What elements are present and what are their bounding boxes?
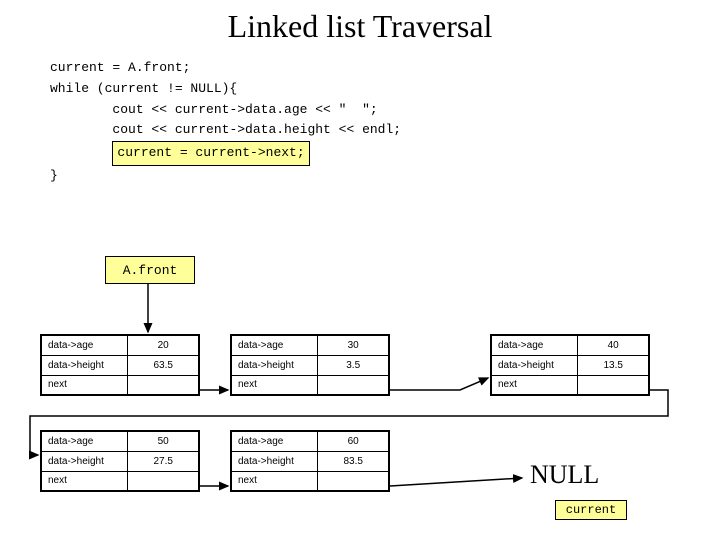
node-field-next: next bbox=[41, 375, 128, 395]
node-1: data->age20 data->height63.5 next bbox=[40, 334, 200, 396]
node-2-age: 30 bbox=[318, 335, 389, 355]
node-field-next: next bbox=[491, 375, 578, 395]
node-field-age: data->age bbox=[491, 335, 578, 355]
node-4-height: 27.5 bbox=[128, 451, 199, 471]
node-4: data->age50 data->height27.5 next bbox=[40, 430, 200, 492]
current-pointer-box: current bbox=[555, 500, 627, 520]
node-1-height: 63.5 bbox=[128, 355, 199, 375]
node-5-age: 60 bbox=[318, 431, 389, 451]
node-field-height: data->height bbox=[231, 451, 318, 471]
node-4-age: 50 bbox=[128, 431, 199, 451]
node-3: data->age40 data->height13.5 next bbox=[490, 334, 650, 396]
node-1-age: 20 bbox=[128, 335, 199, 355]
node-field-age: data->age bbox=[231, 335, 318, 355]
code-line-4: cout << current->data.height << endl; bbox=[50, 120, 401, 141]
node-field-height: data->height bbox=[41, 355, 128, 375]
node-field-next: next bbox=[231, 471, 318, 491]
code-line-1: current = A.front; bbox=[50, 58, 401, 79]
node-5: data->age60 data->height83.5 next bbox=[230, 430, 390, 492]
node-2-height: 3.5 bbox=[318, 355, 389, 375]
node-5-height: 83.5 bbox=[318, 451, 389, 471]
page-title: Linked list Traversal bbox=[0, 8, 720, 45]
code-line-5: current = current->next; bbox=[50, 141, 401, 166]
node-field-age: data->age bbox=[41, 335, 128, 355]
code-line-2: while (current != NULL){ bbox=[50, 79, 401, 100]
node-3-height: 13.5 bbox=[578, 355, 649, 375]
node-field-next: next bbox=[41, 471, 128, 491]
node-3-age: 40 bbox=[578, 335, 649, 355]
node-field-height: data->height bbox=[491, 355, 578, 375]
null-label: NULL bbox=[530, 460, 599, 490]
node-field-age: data->age bbox=[231, 431, 318, 451]
node-2: data->age30 data->height3.5 next bbox=[230, 334, 390, 396]
code-line-3: cout << current->data.age << " "; bbox=[50, 100, 401, 121]
node-field-next: next bbox=[231, 375, 318, 395]
code-block: current = A.front; while (current != NUL… bbox=[50, 58, 401, 187]
node-field-height: data->height bbox=[231, 355, 318, 375]
node-field-height: data->height bbox=[41, 451, 128, 471]
code-line-6: } bbox=[50, 166, 401, 187]
front-pointer-box: A.front bbox=[105, 256, 195, 284]
node-field-age: data->age bbox=[41, 431, 128, 451]
